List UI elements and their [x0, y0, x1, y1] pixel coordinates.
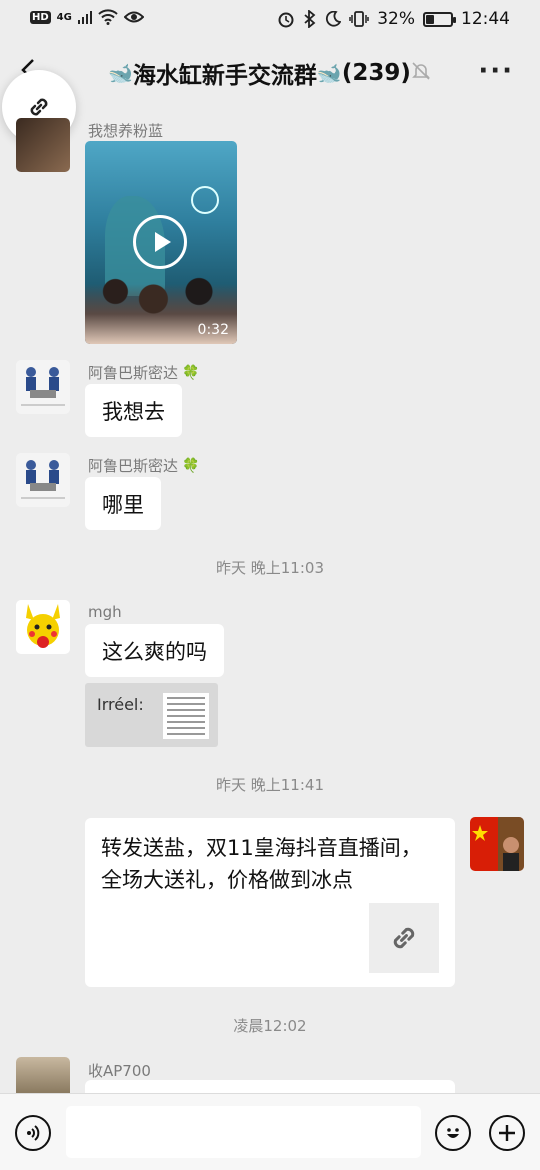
vibrate-icon: [349, 11, 369, 27]
clover-icon: 🍀: [182, 457, 200, 474]
signal-icon: [77, 11, 92, 24]
flag-avatar-icon: [470, 817, 524, 871]
cartoon-avatar-icon: [21, 367, 65, 406]
more-button[interactable]: ···: [478, 56, 514, 86]
muted-bell-icon: [412, 62, 430, 80]
voice-icon: [27, 1125, 40, 1141]
battery-percent: 32%: [377, 9, 415, 29]
eye-icon: [123, 11, 144, 23]
voice-button[interactable]: [15, 1115, 51, 1151]
hd-icon: HD: [30, 10, 51, 24]
timestamp: 昨天 晚上11:03: [216, 559, 324, 577]
link-thumbnail: [369, 903, 439, 973]
whale-emoji-icon: 🐋: [108, 61, 133, 85]
battery-icon: [423, 11, 456, 27]
self-avatar[interactable]: [470, 817, 524, 871]
clock: 12:44: [461, 9, 510, 29]
emoji-icon: [447, 1128, 459, 1138]
video-message[interactable]: 0:32: [85, 141, 237, 344]
sender-name: 阿鲁巴斯密达 🍀: [88, 455, 199, 476]
chat-title: 🐋 海水缸新手交流群 🐋 (239): [108, 56, 411, 90]
link-icon: [30, 98, 48, 116]
sender-name: mgh: [88, 603, 122, 621]
sender-name: 阿鲁巴斯密达 🍀: [88, 362, 199, 383]
image-caption: Irréel:: [97, 695, 144, 714]
sender-name: 我想养粉蓝: [88, 122, 164, 140]
play-icon[interactable]: [133, 215, 187, 269]
input-bar: [0, 1093, 540, 1170]
more-dots-icon: ···: [478, 56, 514, 86]
message-input[interactable]: [66, 1106, 421, 1158]
avatar[interactable]: [16, 453, 70, 507]
message-bubble[interactable]: 我想去: [85, 384, 182, 437]
plus-icon: [499, 1125, 515, 1141]
hoop: [191, 186, 219, 214]
link-icon: [393, 927, 415, 949]
video-duration: 0:32: [197, 322, 229, 338]
sender-name: 收AP700: [88, 1062, 151, 1080]
timestamp: 昨天 晚上11:41: [216, 776, 324, 794]
bluetooth-icon: [304, 10, 316, 28]
pikachu-avatar-icon: [26, 604, 60, 648]
sender-name-text: 阿鲁巴斯密达: [88, 364, 179, 382]
timestamp: 凌晨12:02: [233, 1017, 307, 1035]
member-count: (239): [341, 60, 411, 86]
title-bar: 🐋 海水缸新手交流群 🐋 (239) ···: [0, 38, 540, 104]
document-thumbnail: [163, 693, 209, 739]
link-card-message[interactable]: 转发送盐，双11皇海抖音直播间，全场大送礼，价格做到冰点: [85, 818, 455, 987]
status-bar: HD 4G 32% 12:44: [0, 0, 540, 38]
avatar[interactable]: [16, 360, 70, 414]
network-label: 4G: [56, 11, 72, 23]
avatar[interactable]: [16, 1057, 70, 1093]
clover-icon: 🍀: [182, 364, 200, 381]
link-card-text: 转发送盐，双11皇海抖音直播间，全场大送礼，价格做到冰点: [101, 836, 422, 892]
message-bubble[interactable]: 哪里: [85, 477, 161, 530]
moon-icon: [326, 11, 342, 27]
avatar[interactable]: [16, 118, 70, 172]
whale-emoji-icon: 🐋: [316, 61, 342, 85]
cartoon-avatar-icon: [21, 460, 65, 499]
sender-name-text: 阿鲁巴斯密达: [88, 457, 179, 475]
add-button[interactable]: [489, 1115, 525, 1151]
image-message[interactable]: Irréel:: [85, 683, 218, 747]
emoji-button[interactable]: [435, 1115, 471, 1151]
message-bubble[interactable]: 这么爽的吗: [85, 624, 224, 677]
alarm-icon: [278, 12, 294, 28]
group-name: 海水缸新手交流群: [132, 63, 317, 89]
avatar[interactable]: [16, 600, 70, 654]
wifi-icon: [98, 9, 118, 25]
